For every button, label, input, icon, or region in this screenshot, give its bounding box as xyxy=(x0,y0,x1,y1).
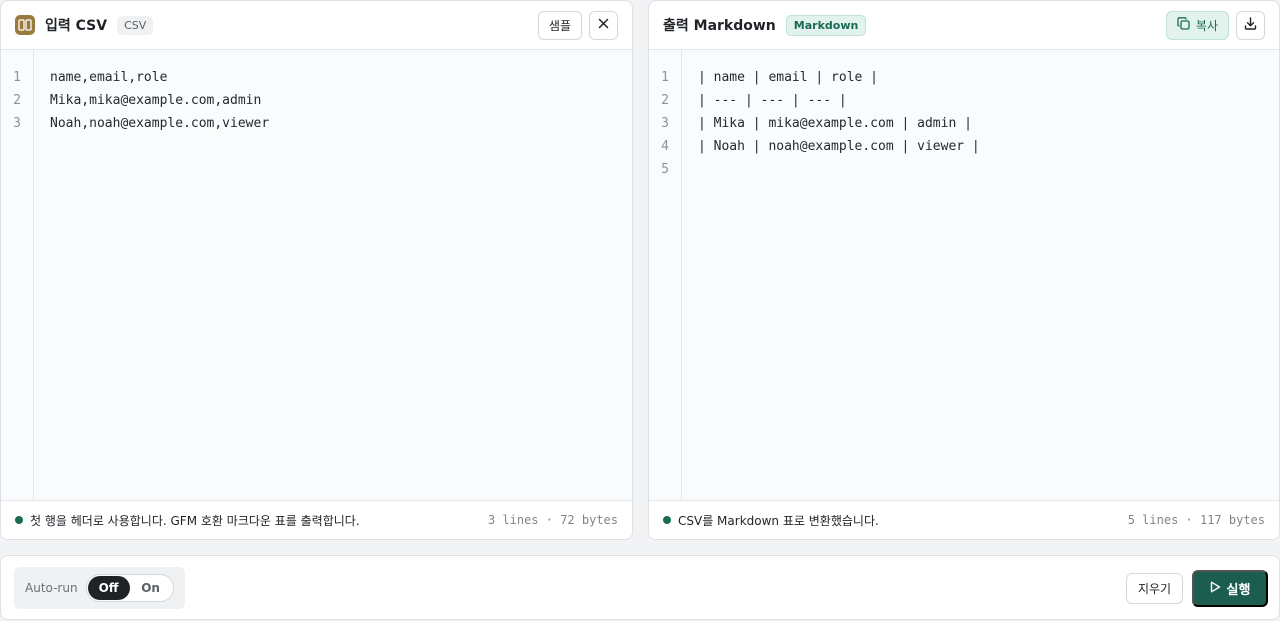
line-number: 1 xyxy=(13,70,21,85)
input-line-gutter: 1 2 3 xyxy=(1,50,34,501)
output-editor[interactable]: 1 2 3 4 5 | name | email | role | | --- … xyxy=(649,50,1279,501)
input-editor[interactable]: 1 2 3 name,email,role Mika,mika@example.… xyxy=(1,50,632,501)
run-button[interactable]: 실행 xyxy=(1192,570,1268,607)
autorun-on-option[interactable]: On xyxy=(130,576,172,600)
line-number: 3 xyxy=(13,116,21,131)
code-line: | name | email | role | xyxy=(698,70,879,85)
input-format-badge: CSV xyxy=(117,15,154,35)
autorun-label: Auto-run xyxy=(25,581,78,595)
copy-button[interactable]: 복사 xyxy=(1165,10,1229,40)
line-number: 4 xyxy=(661,139,669,154)
output-panel: 출력 Markdown Markdown 복사 1 2 3 4 5 | name… xyxy=(648,0,1280,540)
close-button[interactable] xyxy=(589,10,618,40)
output-line-gutter: 1 2 3 4 5 xyxy=(649,50,682,501)
autorun-toggle[interactable]: Off On xyxy=(85,574,174,602)
status-dot-icon xyxy=(663,516,671,524)
input-panel-header: 입력 CSV CSV 샘플 xyxy=(1,1,632,50)
input-panel-title: 입력 CSV xyxy=(45,18,108,34)
action-bar: Auto-run Off On 지우기 실행 xyxy=(0,555,1280,620)
code-line: | Mika | mika@example.com | admin | xyxy=(698,116,972,131)
clear-button[interactable]: 지우기 xyxy=(1126,573,1183,604)
input-panel-footer: 첫 행을 헤더로 사용합니다. GFM 호환 마크다운 표를 출력합니다. 3 … xyxy=(1,500,632,539)
sample-button[interactable]: 샘플 xyxy=(537,10,582,40)
code-line: | Noah | noah@example.com | viewer | xyxy=(698,139,980,154)
run-button-label: 실행 xyxy=(1226,582,1251,597)
code-line: Noah,noah@example.com,viewer xyxy=(50,116,270,131)
line-number: 5 xyxy=(661,162,669,177)
line-number: 2 xyxy=(661,93,669,108)
line-number: 3 xyxy=(661,116,669,131)
output-panel-header: 출력 Markdown Markdown 복사 xyxy=(649,1,1279,50)
output-stats: 5 lines · 117 bytes xyxy=(1127,513,1265,527)
copy-icon xyxy=(1177,17,1196,33)
input-code[interactable]: name,email,role Mika,mika@example.com,ad… xyxy=(50,66,622,135)
output-status-text: CSV를 Markdown 표로 변환했습니다. xyxy=(678,513,879,528)
output-code[interactable]: | name | email | role | | --- | --- | --… xyxy=(698,66,1269,181)
autorun-control: Auto-run Off On xyxy=(14,567,185,609)
output-panel-title: 출력 Markdown xyxy=(663,18,776,34)
output-format-badge: Markdown xyxy=(785,14,867,36)
input-stats: 3 lines · 72 bytes xyxy=(487,513,618,527)
play-icon xyxy=(1210,581,1227,596)
line-number: 1 xyxy=(661,70,669,85)
download-button[interactable] xyxy=(1236,10,1265,40)
autorun-off-option[interactable]: Off xyxy=(87,576,130,600)
code-line: | --- | --- | --- | xyxy=(698,93,847,108)
download-icon xyxy=(1244,17,1257,33)
output-panel-footer: CSV를 Markdown 표로 변환했습니다. 5 lines · 117 b… xyxy=(649,500,1279,539)
close-icon xyxy=(598,18,609,32)
status-dot-icon xyxy=(15,516,23,524)
book-icon xyxy=(15,15,35,35)
code-line: name,email,role xyxy=(50,70,168,85)
input-panel: 입력 CSV CSV 샘플 1 2 3 name,email,role Mika… xyxy=(0,0,633,540)
line-number: 2 xyxy=(13,93,21,108)
copy-button-label: 복사 xyxy=(1195,18,1218,33)
code-line: Mika,mika@example.com,admin xyxy=(50,93,262,108)
input-status-text: 첫 행을 헤더로 사용합니다. GFM 호환 마크다운 표를 출력합니다. xyxy=(30,513,360,528)
